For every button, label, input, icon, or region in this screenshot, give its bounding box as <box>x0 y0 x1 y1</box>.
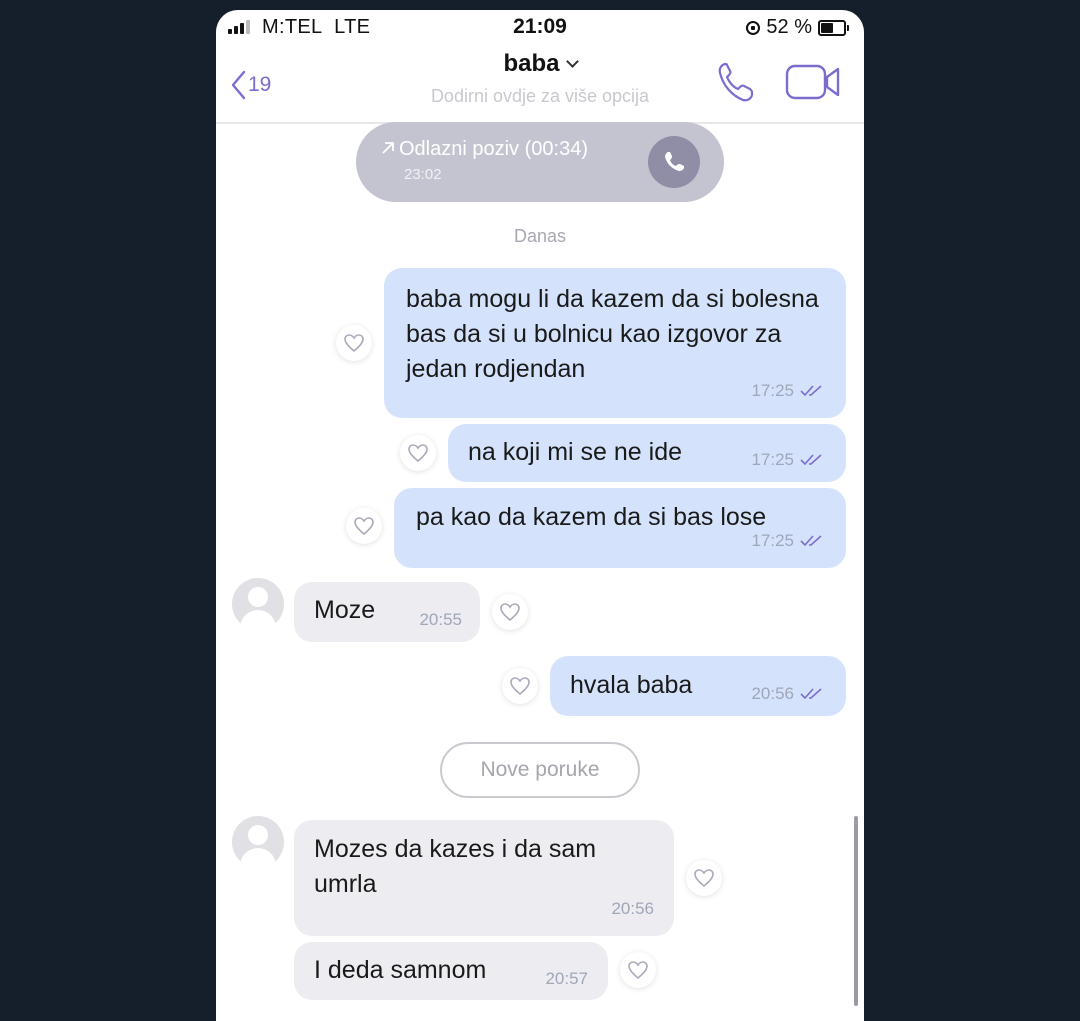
heart-icon <box>628 961 648 980</box>
message-text: na koji mi se ne ide <box>468 438 683 466</box>
phone-screen: M:TEL LTE 21:09 52 % 19 baba Dodirni ovd… <box>216 10 864 1021</box>
scrollbar[interactable] <box>854 816 858 1006</box>
message-time: 17:25 <box>751 381 794 400</box>
contact-name[interactable]: baba <box>216 50 864 78</box>
header-subtitle[interactable]: Dodirni ovdje za više opcija <box>216 86 864 107</box>
call-time: 23:02 <box>404 166 442 183</box>
battery-status: 52 % <box>746 16 849 39</box>
message-text: hvala baba <box>570 671 693 699</box>
arrow-up-right-icon <box>382 142 394 154</box>
message-text: pa kao da kazem da si bas lose <box>416 503 767 531</box>
message-time: 20:55 <box>419 610 462 629</box>
message-text: Moze <box>314 596 376 624</box>
message-meta: 17:25 <box>751 442 826 477</box>
message-bubble-outgoing[interactable]: pa kao da kazem da si bas lose 17:25 <box>394 488 846 568</box>
like-heart-button[interactable] <box>400 435 436 471</box>
message-meta: 20:57 <box>545 961 588 996</box>
status-bar: M:TEL LTE 21:09 52 % <box>216 10 864 46</box>
message-text: Mozes da kazes i da sam umrla <box>314 835 597 898</box>
message-bubble-incoming[interactable]: Mozes da kazes i da sam umrla 20:56 <box>294 820 674 936</box>
message-meta: 20:55 <box>419 602 462 637</box>
message-bubble-incoming[interactable]: I deda samnom 20:57 <box>294 942 608 1000</box>
phone-icon <box>665 152 684 171</box>
outgoing-call-record[interactable]: Odlazni poziv (00:34) 23:02 <box>356 122 724 202</box>
message-time: 17:25 <box>751 531 794 550</box>
call-back-button[interactable] <box>648 136 700 188</box>
heart-icon <box>510 677 530 696</box>
like-heart-button[interactable] <box>346 508 382 544</box>
double-check-icon <box>800 534 822 546</box>
message-time: 20:56 <box>611 899 654 918</box>
heart-icon <box>694 869 714 888</box>
like-heart-button[interactable] <box>686 860 722 896</box>
message-meta: 17:25 <box>751 523 826 558</box>
message-time: 17:25 <box>751 450 794 469</box>
rotation-lock-icon <box>746 20 761 35</box>
message-text: baba mogu li da kazem da si bolesna bas … <box>406 285 819 383</box>
message-bubble-outgoing[interactable]: hvala baba 20:56 <box>550 656 846 716</box>
heart-icon <box>500 603 520 622</box>
heart-icon <box>344 334 364 353</box>
double-check-icon <box>800 384 822 396</box>
call-label: Odlazni poziv (00:34) <box>380 138 588 161</box>
double-check-icon <box>800 687 822 699</box>
avatar[interactable] <box>232 816 284 868</box>
battery-icon <box>818 19 849 36</box>
message-bubble-incoming[interactable]: Moze 20:55 <box>294 582 480 642</box>
message-meta: 20:56 <box>611 891 654 926</box>
like-heart-button[interactable] <box>502 668 538 704</box>
message-bubble-outgoing[interactable]: na koji mi se ne ide 17:25 <box>448 424 846 482</box>
chevron-down-icon <box>565 55 579 68</box>
battery-percent: 52 % <box>766 16 812 38</box>
message-time: 20:56 <box>751 684 794 703</box>
double-check-icon <box>800 453 822 465</box>
like-heart-button[interactable] <box>492 594 528 630</box>
avatar[interactable] <box>232 578 284 630</box>
message-meta: 20:56 <box>751 676 826 711</box>
new-messages-divider: Nove poruke <box>440 742 640 798</box>
date-separator: Danas <box>513 226 567 246</box>
phone-call-icon[interactable] <box>716 60 756 104</box>
heart-icon <box>354 517 374 536</box>
video-call-icon[interactable] <box>784 62 842 102</box>
message-text: I deda samnom <box>314 956 487 984</box>
message-time: 20:57 <box>545 969 588 988</box>
heart-icon <box>408 444 428 463</box>
message-meta: 17:25 <box>751 373 826 408</box>
chat-header: 19 baba Dodirni ovdje za više opcija <box>216 46 864 124</box>
like-heart-button[interactable] <box>620 952 656 988</box>
like-heart-button[interactable] <box>336 325 372 361</box>
message-bubble-outgoing[interactable]: baba mogu li da kazem da si bolesna bas … <box>384 268 846 418</box>
